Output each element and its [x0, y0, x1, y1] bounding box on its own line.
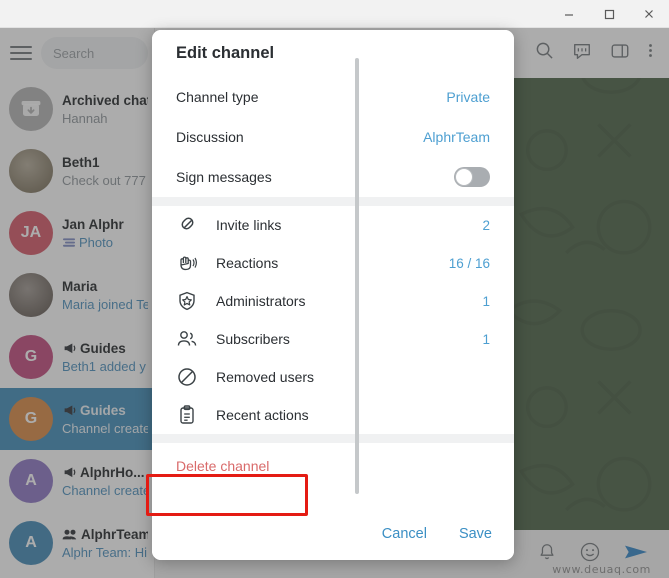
management-row[interactable]: Subscribers 1 [152, 320, 514, 358]
management-row[interactable]: Removed users [152, 358, 514, 396]
minimize-button[interactable] [549, 0, 589, 27]
management-row-count: 1 [482, 331, 490, 347]
management-row-label: Reactions [216, 255, 279, 271]
section-divider [152, 197, 514, 206]
subscribers-people-icon [176, 328, 198, 350]
management-row-label: Invite links [216, 217, 282, 233]
setting-row[interactable]: Channel type Private [152, 77, 514, 117]
annotation-highlight-delete-channel [146, 474, 308, 516]
administrators-shield-icon [176, 290, 198, 312]
management-row-count: 2 [482, 217, 490, 233]
dialog-title: Edit channel [152, 30, 514, 77]
management-row-label: Removed users [216, 369, 315, 385]
management-row[interactable]: Reactions 16 / 16 [152, 244, 514, 282]
toggle-knob [455, 168, 473, 186]
dialog-body: Channel type Private Discussion AlphrTeam Si… [152, 77, 514, 508]
recent-actions-clipboard-icon [176, 404, 198, 426]
setting-label: Discussion [176, 129, 244, 145]
close-button[interactable] [629, 0, 669, 27]
cancel-button[interactable]: Cancel [382, 526, 427, 542]
telegram-window: Search Archived chat Hannah Beth1 Check out… [0, 0, 669, 578]
settings-section: Channel type Private Discussion AlphrTeam Si… [152, 77, 514, 197]
management-row-count: 1 [482, 293, 490, 309]
setting-label: Channel type [176, 89, 259, 105]
setting-row[interactable]: Discussion AlphrTeam [152, 117, 514, 157]
management-row-count: 16 / 16 [448, 255, 490, 271]
management-row[interactable]: Recent actions [152, 396, 514, 434]
management-row[interactable]: Invite links 2 [152, 206, 514, 244]
window-titlebar [0, 0, 669, 28]
delete-channel-label: Delete channel [176, 458, 270, 474]
setting-value: AlphrTeam [423, 129, 490, 145]
setting-value: Private [446, 89, 490, 105]
maximize-button[interactable] [589, 0, 629, 27]
management-row-label: Recent actions [216, 407, 309, 423]
management-row[interactable]: Administrators 1 [152, 282, 514, 320]
dialog-scrollbar[interactable] [355, 58, 359, 494]
invite-link-icon [176, 214, 198, 236]
sign-messages-toggle[interactable] [454, 167, 490, 187]
setting-row[interactable]: Sign messages [152, 157, 514, 197]
setting-label: Sign messages [176, 169, 272, 185]
save-button[interactable]: Save [459, 526, 492, 542]
management-row-label: Subscribers [216, 331, 290, 347]
removed-users-block-icon [176, 366, 198, 388]
management-section: Invite links 2 Reactions 16 / 16 Administrat… [152, 206, 514, 434]
reactions-hand-icon [176, 252, 198, 274]
management-row-label: Administrators [216, 293, 306, 309]
section-divider-2 [152, 434, 514, 443]
